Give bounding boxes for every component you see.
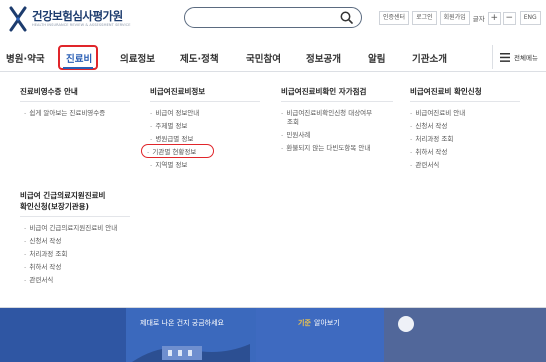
nav-medical-info[interactable]: 의료정보 (120, 51, 155, 65)
logo-mark-icon (9, 6, 27, 32)
divider (281, 101, 393, 102)
banner-card[interactable] (0, 308, 126, 362)
nav-notice[interactable]: 알림 (368, 51, 385, 65)
menu-link[interactable]: - 비급여 긴급의료지원진료비 안내 (24, 223, 117, 233)
menu-col-emergency-title-line1[interactable]: 비급여 긴급의료지원진료비 (20, 191, 105, 201)
menu-col-self-check-title[interactable]: 비급여진료비확인 자가점검 (281, 87, 366, 97)
nav-public-participation[interactable]: 국민참여 (246, 51, 281, 65)
font-increase-button[interactable]: + (487, 11, 501, 25)
divider (150, 101, 260, 102)
menu-link[interactable]: - 쉽게 알아보는 진료비영수증 (24, 108, 105, 118)
menu-link[interactable]: - 비급여 정보안내 (150, 108, 199, 118)
cert-center-link[interactable]: 인증센터 (379, 11, 410, 25)
divider (20, 101, 130, 102)
utility-links: 인증센터 로그인 회원가입 글자 + − ENG (379, 11, 541, 25)
menu-link[interactable]: - 병원급별 정보 (150, 134, 193, 144)
menu-col-emergency-title-line2[interactable]: 확인신청(보장기관용) (20, 202, 89, 212)
building-illustration-icon (132, 344, 250, 362)
nav-info-disclosure[interactable]: 정보공개 (306, 51, 341, 65)
menu-link[interactable]: - 관련서식 (24, 275, 53, 285)
divider (20, 216, 130, 217)
nav-system-policy[interactable]: 제도·정책 (180, 51, 219, 65)
logo-subtitle: HEALTH INSURANCE REVIEW & ASSESSMENT SER… (32, 23, 131, 27)
menu-link[interactable]: - 처리과정 조회 (24, 249, 67, 259)
login-link[interactable]: 로그인 (412, 11, 437, 25)
font-size-label: 글자 (472, 15, 485, 23)
menu-col-request-title[interactable]: 비급여진료비 확인신청 (410, 87, 482, 97)
menu-link-continued[interactable]: 조회 (287, 117, 299, 127)
active-nav-underline (63, 67, 93, 69)
menu-link[interactable]: - 취하서 작성 (410, 147, 447, 157)
banner-text-left: 제대로 나온 건지 궁금하세요 (140, 319, 224, 327)
site-header: 건강보험심사평가원 HEALTH INSURANCE REVIEW & ASSE… (0, 0, 546, 42)
font-decrease-button[interactable]: − (502, 11, 516, 25)
menu-col-noncovered-info-title[interactable]: 비급여진료비정보 (150, 87, 205, 97)
search-icon[interactable] (340, 11, 353, 24)
banner-card[interactable] (256, 308, 384, 362)
menu-link[interactable]: - 민원사례 (281, 130, 310, 140)
search-input[interactable] (184, 7, 362, 28)
menu-link[interactable]: - 비급여진료비 안내 (410, 108, 465, 118)
site-logo[interactable]: 건강보험심사평가원 HEALTH INSURANCE REVIEW & ASSE… (8, 6, 131, 32)
menu-link[interactable]: - 관련서식 (410, 160, 439, 170)
banner-card[interactable] (384, 308, 546, 362)
nav-about[interactable]: 기관소개 (412, 51, 447, 65)
logo-title: 건강보험심사평가원 (32, 9, 123, 23)
nav-hospital-pharmacy[interactable]: 병원·약국 (6, 51, 45, 65)
menu-link[interactable]: - 지역별 정보 (150, 160, 187, 170)
character-icon (398, 316, 414, 332)
main-nav: 병원·약국 진료비 의료정보 제도·정책 국민참여 정보공개 알림 기관소개 전… (0, 42, 546, 72)
menu-link[interactable]: - 처리과정 조회 (410, 134, 453, 144)
banner-text-highlight: 기준 (298, 319, 311, 327)
menu-col-receipt-title[interactable]: 진료비영수증 안내 (20, 87, 78, 97)
main-banner-strip: 제대로 나온 건지 궁금하세요 기준 알아보기 (0, 308, 546, 362)
language-eng-button[interactable]: ENG (519, 11, 541, 25)
divider (410, 101, 520, 102)
menu-link[interactable]: - 주제별 정보 (150, 121, 187, 131)
menu-link[interactable]: - 신청서 작성 (410, 121, 447, 131)
menu-link[interactable]: - 환불되지 않는 다빈도항목 안내 (281, 143, 370, 153)
banner-card[interactable] (126, 308, 256, 362)
menu-link[interactable]: - 신청서 작성 (24, 236, 61, 246)
banner-text-mid: 알아보기 (314, 319, 340, 327)
all-menu-label: 전체메뉴 (514, 54, 538, 62)
all-menu-button[interactable]: 전체메뉴 (492, 45, 546, 69)
signup-link[interactable]: 회원가입 (439, 11, 470, 25)
hamburger-icon (500, 52, 510, 62)
highlighted-menu-item (141, 144, 214, 158)
menu-link[interactable]: - 취하서 작성 (24, 262, 61, 272)
mega-menu-panel: 진료비영수증 안내 - 쉽게 알아보는 진료비영수증 비급여진료비정보 - 비급여 … (0, 72, 546, 308)
